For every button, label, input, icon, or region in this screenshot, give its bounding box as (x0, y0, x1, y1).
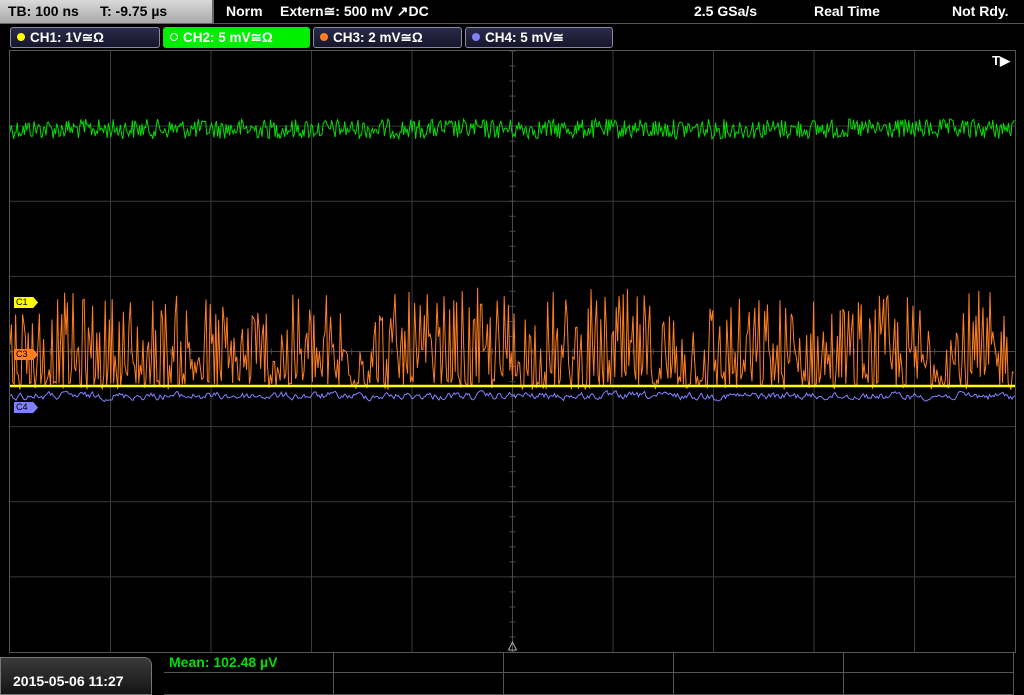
tab-ch1[interactable]: CH1: 1V≅Ω (10, 27, 160, 48)
measurement-cell-4[interactable] (674, 652, 844, 673)
tab-ch4-label: CH4: 5 mV≅ (485, 30, 564, 45)
measurement-cell-3[interactable] (504, 652, 674, 673)
trigger-mode[interactable]: Norm (226, 3, 263, 19)
sample-rate: 2.5 GSa/s (694, 3, 758, 19)
mean-measurement: Mean: 102.48 µV (169, 654, 278, 670)
ch1-offset-marker[interactable]: C1 (14, 297, 38, 308)
tab-ch2[interactable]: CH2: 5 mV≅Ω (163, 27, 310, 48)
ch3-offset-marker[interactable]: C3 (14, 349, 38, 360)
measurement-cell-5[interactable] (844, 652, 1014, 673)
tab-ch1-label: CH1: 1V≅Ω (30, 30, 104, 45)
status-divider (214, 23, 1024, 24)
measurement-cell-2[interactable] (334, 652, 504, 673)
trigger-position-indicator: T▶ (992, 53, 1010, 68)
measurement-cell-10[interactable] (844, 673, 1014, 695)
tab-ch3[interactable]: CH3: 2 mV≅Ω (313, 27, 462, 48)
channel-tabs: CH1: 1V≅Ω CH2: 5 mV≅Ω CH3: 2 mV≅Ω CH4: 5… (0, 25, 1024, 49)
date-time-box: 2015-05-06 11:27 (0, 657, 152, 695)
ch3-dot-icon (320, 33, 328, 41)
waveform-display[interactable]: T▶ C1 C3 C4 (9, 50, 1016, 653)
ch1-dot-icon (17, 33, 25, 41)
measurement-cell[interactable]: Mean: 102.48 µV (164, 652, 334, 673)
ch4-dot-icon (472, 33, 480, 41)
tab-ch3-label: CH3: 2 mV≅Ω (333, 30, 423, 45)
trigger-time-value: T: -9.75 µs (100, 3, 168, 19)
measurement-cell-6[interactable] (164, 673, 334, 695)
ch2-dot-icon (170, 33, 178, 41)
status-bar: TB: 100 ns T: -9.75 µs Norm Extern≅: 500… (0, 0, 1024, 24)
timebase-value: TB: 100 ns (8, 3, 79, 19)
timebase-box[interactable]: TB: 100 ns T: -9.75 µs (0, 0, 214, 24)
waveform-canvas (10, 51, 1015, 652)
measurement-cell-8[interactable] (504, 673, 674, 695)
measurement-cell-7[interactable] (334, 673, 504, 695)
trigger-source[interactable]: Extern≅: 500 mV ↗DC (280, 3, 429, 20)
ch3-trace (10, 287, 1014, 391)
measurement-cell-9[interactable] (674, 673, 844, 695)
tab-ch4[interactable]: CH4: 5 mV≅ (465, 27, 613, 48)
ch4-offset-marker[interactable]: C4 (14, 402, 38, 413)
tab-ch2-label: CH2: 5 mV≅Ω (183, 30, 273, 45)
acquisition-state: Not Rdy. (952, 3, 1009, 19)
measurement-panel: Mean: 102.48 µV (164, 652, 1014, 695)
date-time: 2015-05-06 11:27 (13, 673, 124, 689)
acquisition-mode: Real Time (814, 3, 880, 19)
